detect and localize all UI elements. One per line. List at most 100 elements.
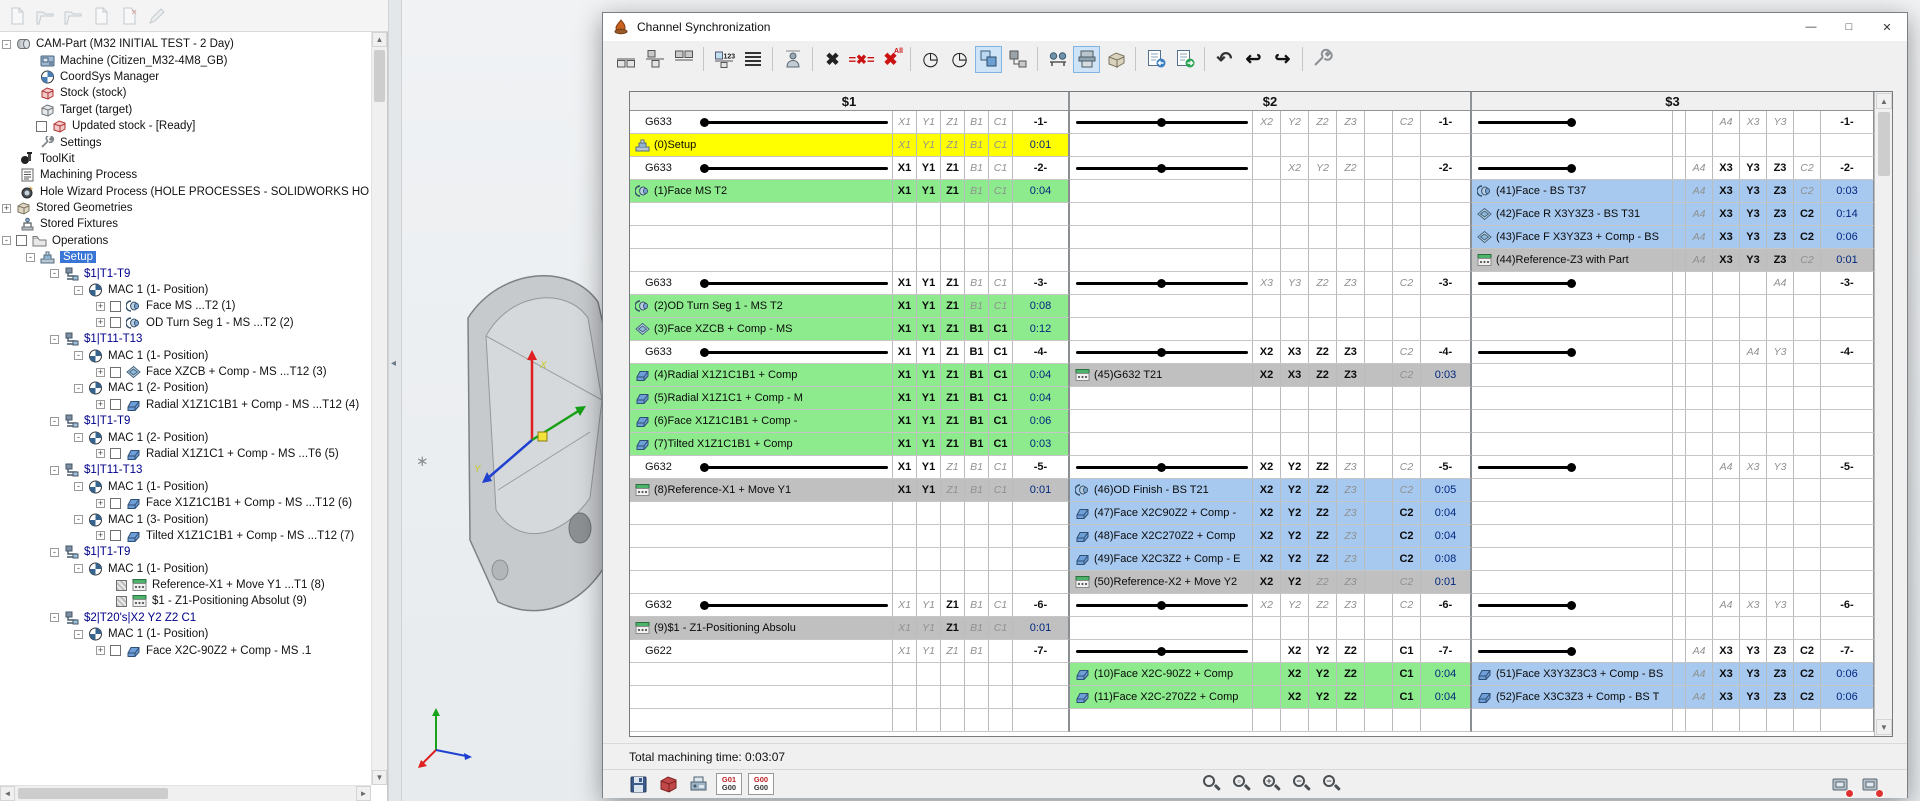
sync-line[interactable] (1073, 594, 1252, 616)
expand-icon[interactable]: + (96, 400, 105, 410)
axis-cell[interactable]: Z1 (940, 134, 964, 156)
channel-cell[interactable] (1472, 709, 1875, 732)
axis-cell[interactable] (1280, 249, 1308, 271)
axis-cell[interactable]: X1 (892, 318, 916, 340)
axis-cell[interactable]: Z3 (1336, 548, 1364, 570)
channel-cell[interactable] (1070, 203, 1472, 226)
axis-cell[interactable] (1364, 226, 1392, 248)
time-cell[interactable] (1012, 571, 1068, 593)
axis-cell[interactable] (916, 571, 940, 593)
tree-item[interactable]: + Tilted X1Z1C1B1 + Comp - MS ...T12 (7) (0, 528, 370, 544)
time-cell[interactable]: 0:01 (1012, 617, 1068, 639)
tree-item[interactable]: - MAC 1 (1- Position) (0, 626, 370, 642)
axis-cell[interactable]: X2 (1252, 456, 1280, 478)
axis-cell[interactable] (1685, 410, 1712, 432)
channel-cell[interactable] (1472, 295, 1875, 318)
axis-cell[interactable]: Z1 (940, 111, 964, 133)
axis-cell[interactable]: Z2 (1336, 157, 1364, 179)
time-cell[interactable] (1420, 226, 1470, 248)
axis-cell[interactable]: X1 (892, 594, 916, 616)
time-cell[interactable] (1420, 387, 1470, 409)
open-stamp-icon[interactable] (34, 5, 56, 27)
axis-cell[interactable] (964, 525, 988, 547)
time-cell[interactable] (1820, 318, 1873, 340)
tree-vscroll-thumb[interactable] (374, 50, 385, 102)
axis-cell[interactable] (1364, 410, 1392, 432)
axis-cell[interactable] (1280, 709, 1308, 731)
axis-cell[interactable]: C1 (988, 456, 1012, 478)
zoom-window-icon[interactable]: ▫ (1231, 773, 1253, 795)
axis-cell[interactable]: Z3 (1766, 157, 1793, 179)
channel-cell[interactable]: (3)Face XZCB + Comp - MS X1 Y1 Z1 B1 C1 0:12 (630, 318, 1070, 341)
axis-cell[interactable] (916, 548, 940, 570)
channel-cell[interactable]: (52)Face X3C3Z3 + Comp - BS T A4 X3 Y3 Z3 C2 0… (1472, 686, 1875, 709)
axis-cell[interactable] (1739, 617, 1766, 639)
axis-cell[interactable] (1336, 387, 1364, 409)
axis-cell[interactable]: Y1 (916, 295, 940, 317)
axis-cell[interactable]: A4 (1712, 594, 1739, 616)
axis-cell[interactable]: C2 (1392, 502, 1420, 524)
axis-cell[interactable]: X1 (892, 433, 916, 455)
axis-cell[interactable]: Y1 (916, 410, 940, 432)
axis-cell[interactable]: Y2 (1280, 571, 1308, 593)
table-scroll-down-icon[interactable]: ▼ (1876, 719, 1892, 735)
axis-cell[interactable] (1252, 203, 1280, 225)
axis-cell[interactable]: Y2 (1280, 525, 1308, 547)
time-cell[interactable]: -1- (1820, 111, 1873, 133)
axis-cell[interactable]: A4 (1685, 640, 1712, 662)
axis-cell[interactable] (1712, 341, 1739, 363)
axis-cell[interactable] (1685, 709, 1712, 731)
expand-icon[interactable]: + (96, 531, 105, 541)
time-cell[interactable] (1012, 663, 1068, 685)
tree-item[interactable]: - MAC 1 (1- Position) (0, 347, 370, 363)
channel-cell[interactable]: A4 -3- (1472, 272, 1875, 295)
axis-cell[interactable] (940, 203, 964, 225)
sync-line[interactable] (691, 272, 892, 294)
axis-cell[interactable]: C2 (1392, 272, 1420, 294)
tree-item[interactable]: Target (target) (0, 102, 370, 118)
axis-cell[interactable]: B1 (964, 364, 988, 386)
checkbox-unchecked[interactable] (110, 366, 121, 378)
machine-output-icon[interactable] (686, 772, 710, 796)
axis-cell[interactable] (1793, 617, 1820, 639)
axis-cell[interactable]: X2 (1280, 686, 1308, 708)
axis-cell[interactable] (1336, 410, 1364, 432)
time-cell[interactable] (1012, 548, 1068, 570)
tree-item[interactable]: - $1|T11-T13 (0, 462, 370, 478)
checkbox-unchecked[interactable] (110, 448, 121, 460)
sync-node-dot[interactable] (1566, 462, 1576, 472)
axis-cell[interactable] (1712, 318, 1739, 340)
axis-cell[interactable] (1766, 571, 1793, 593)
edit-tool-icon[interactable] (146, 5, 168, 27)
axis-cell[interactable]: A4 (1685, 203, 1712, 225)
axis-cell[interactable]: B1 (964, 387, 988, 409)
time-cell[interactable] (1420, 203, 1470, 225)
axis-cell[interactable]: X1 (892, 295, 916, 317)
axis-cell[interactable]: C1 (988, 617, 1012, 639)
axis-cell[interactable] (1336, 134, 1364, 156)
axis-cell[interactable] (964, 709, 988, 731)
tree-item[interactable]: - MAC 1 (1- Position) (0, 282, 370, 298)
axis-cell[interactable] (1252, 387, 1280, 409)
axis-cell[interactable]: X1 (892, 617, 916, 639)
axis-cell[interactable] (916, 663, 940, 685)
tree-item[interactable]: + Face X1Z1C1B1 + Comp - MS ...T12 (6) (0, 495, 370, 511)
collapse-icon[interactable]: - (2, 236, 11, 246)
axis-cell[interactable]: Z2 (1308, 479, 1336, 501)
tree-item[interactable]: + Face MS ...T2 (1) (0, 298, 370, 314)
axis-cell[interactable]: B1 (964, 341, 988, 363)
axis-cell[interactable]: Z3 (1336, 111, 1364, 133)
axis-cell[interactable] (1793, 433, 1820, 455)
axis-cell[interactable] (1766, 295, 1793, 317)
axis-cell[interactable] (988, 548, 1012, 570)
time-cell[interactable] (1820, 295, 1873, 317)
channel-layout-stacked-icon[interactable] (641, 46, 668, 73)
close-button[interactable]: ✕ (1868, 14, 1906, 40)
axis-cell[interactable] (1685, 548, 1712, 570)
save-document-icon[interactable] (90, 5, 112, 27)
time-cell[interactable]: 0:05 (1420, 479, 1470, 501)
channel-cell[interactable]: X2 Y2 Z2 -2- (1070, 157, 1472, 180)
channel-cell[interactable] (630, 663, 1070, 686)
axis-cell[interactable] (940, 663, 964, 685)
axis-cell[interactable]: X3 (1739, 594, 1766, 616)
